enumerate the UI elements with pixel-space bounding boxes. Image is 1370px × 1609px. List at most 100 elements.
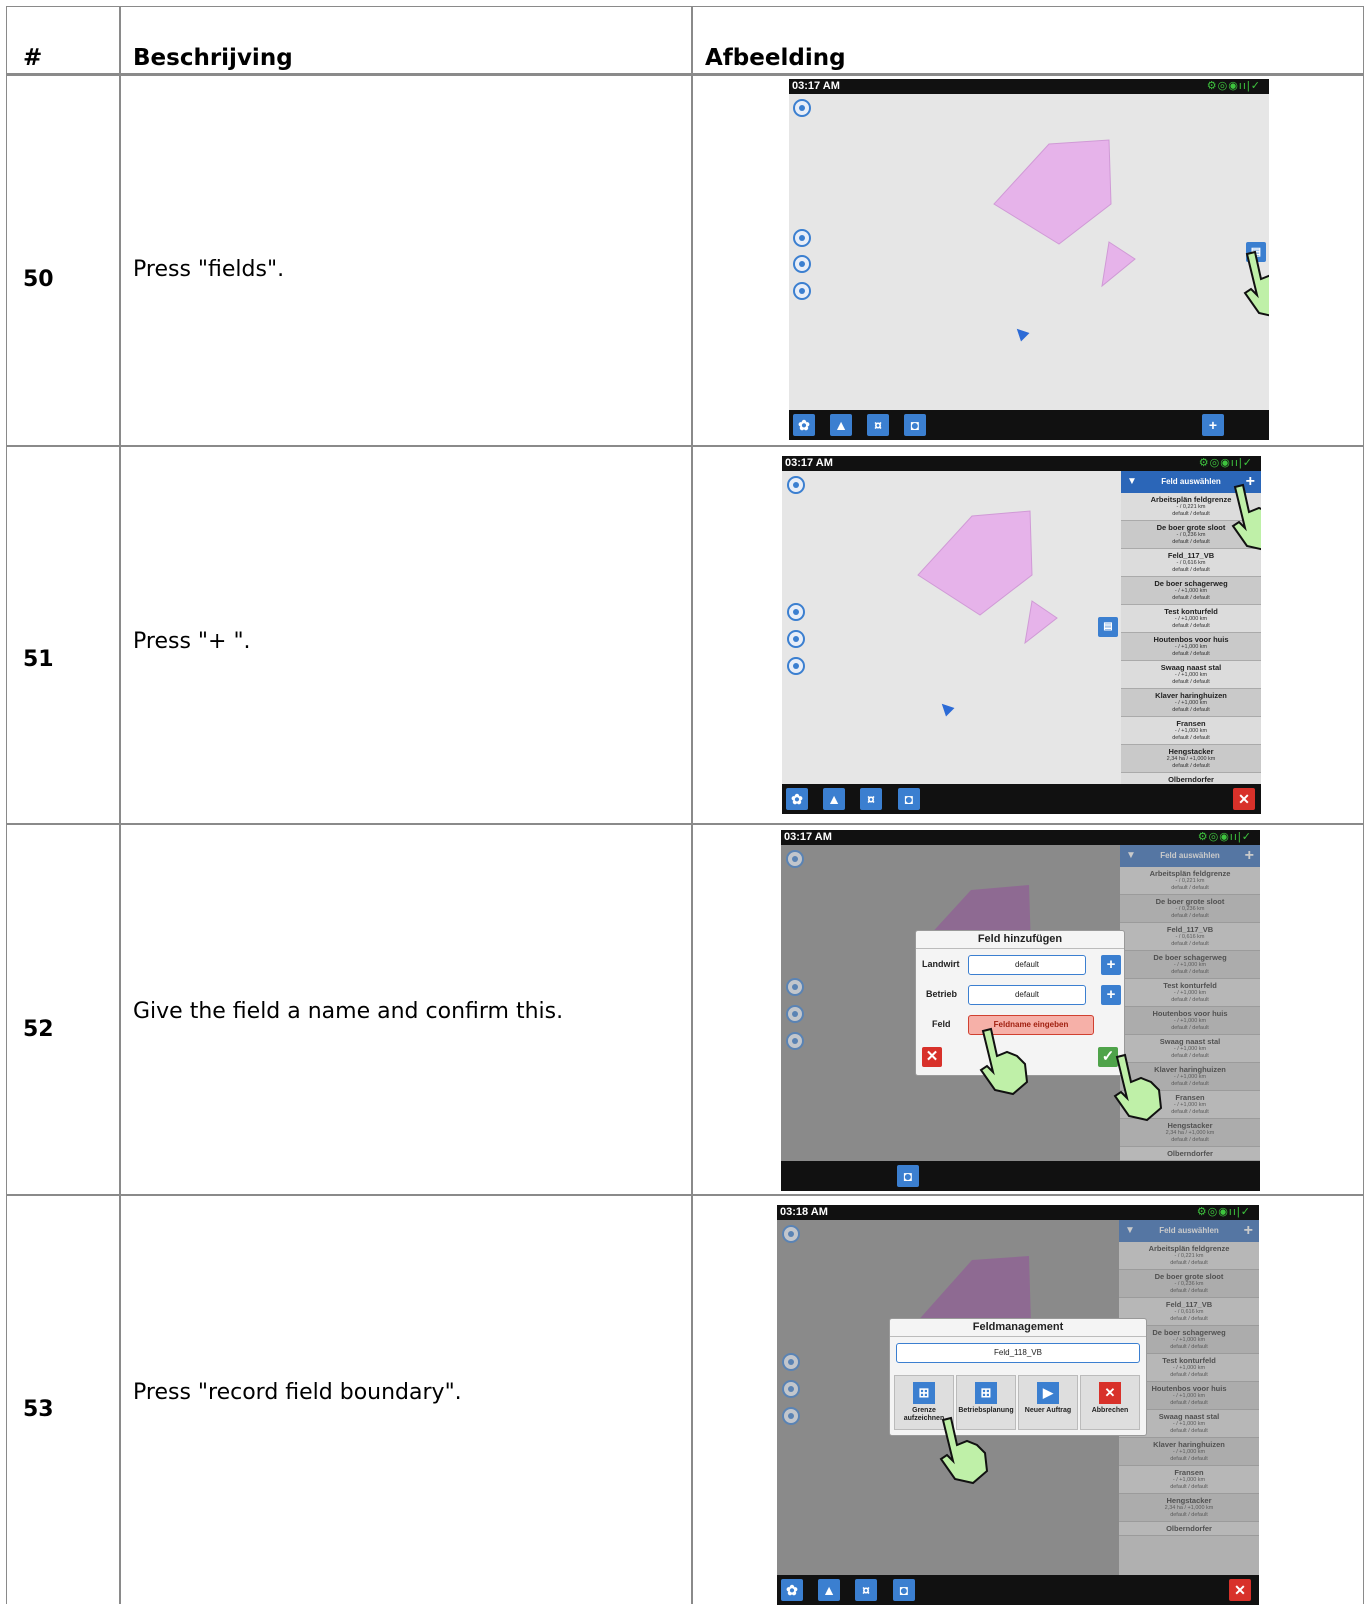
list-item[interactable]: Hengstacker 2,34 ha / +1,000 km default / … [1121, 745, 1261, 773]
compass-icon[interactable] [787, 476, 805, 494]
dialog-title: Feld hinzufügen [916, 931, 1124, 949]
list-item: Olberndorfer [1119, 1522, 1259, 1536]
center-position-icon[interactable] [787, 657, 805, 675]
betrieb-label: Betrieb [926, 989, 958, 999]
bottom-toolbar: ✿ ▲ ¤ ◘ ✕ [777, 1575, 1259, 1605]
list-item[interactable]: Houtenbos voor huis - / +1,000 km default … [1121, 633, 1261, 661]
new-job-icon: ▶ [1037, 1382, 1059, 1404]
fields-button[interactable]: ▤ [1098, 617, 1118, 637]
column-divider [691, 7, 693, 1604]
list-item[interactable]: Fransen - / +1,000 km default / default [1121, 717, 1261, 745]
add-field-button: + [1243, 1222, 1253, 1239]
camera-icon[interactable]: ◘ [897, 1165, 919, 1187]
compass-icon [782, 1225, 800, 1243]
header-image: Afbeelding [705, 45, 846, 71]
step-description: Press "record field boundary". [133, 1380, 462, 1405]
field-name-display[interactable]: Feld_118_VB [896, 1343, 1140, 1363]
status-icons: ⚙◎◉ıı|✓ [1197, 831, 1252, 843]
zoom-out-icon[interactable] [787, 630, 805, 648]
list-item: Olberndorfer [1120, 1147, 1260, 1161]
add-betrieb-button[interactable]: + [1101, 985, 1121, 1005]
close-icon[interactable]: ✕ [1233, 788, 1255, 810]
zoom-in-icon [786, 978, 804, 996]
list-item: Klaver haringhuizen - / +1,000 km default … [1119, 1438, 1259, 1466]
list-item[interactable]: Klaver haringhuizen - / +1,000 km default … [1121, 689, 1261, 717]
list-item: Hengstacker 2,34 ha / +1,000 km default / … [1119, 1494, 1259, 1522]
field-polygon [1024, 600, 1058, 645]
status-bar: 03:17 AM ⚙◎◉ıı|✓ [781, 830, 1260, 845]
filter-icon: ▼ [1125, 1225, 1135, 1236]
ut-icon[interactable]: ¤ [867, 414, 889, 436]
field-polygon [993, 139, 1112, 245]
list-item[interactable]: De boer schagerweg - / +1,000 km default /… [1121, 577, 1261, 605]
list-item[interactable]: Test konturfeld - / +1,000 km default / de… [1121, 605, 1261, 633]
ut-icon[interactable]: ¤ [860, 788, 882, 810]
bell-icon[interactable]: ▲ [830, 414, 852, 436]
filter-icon[interactable]: ▼ [1127, 471, 1137, 493]
list-item[interactable]: Feld_117_VB - / 0,616 km default / default [1121, 549, 1261, 577]
field-list-title: Feld auswählen [1160, 851, 1220, 860]
field-list-header: ▼ Feld auswählen + [1120, 845, 1260, 867]
planning-icon: ⊞ [975, 1382, 997, 1404]
field-polygon [1101, 241, 1136, 288]
dialog-title: Feldmanagement [890, 1319, 1146, 1337]
zoom-out-icon[interactable] [793, 255, 811, 273]
settings-icon[interactable]: ✿ [786, 788, 808, 810]
close-icon[interactable]: ✕ [1229, 1579, 1251, 1601]
ut-icon[interactable]: ¤ [855, 1579, 877, 1601]
camera-icon[interactable]: ◘ [898, 788, 920, 810]
step-number: 52 [23, 1017, 54, 1042]
field-list-title: Feld auswählen [1159, 1226, 1219, 1235]
step-number: 50 [23, 267, 54, 292]
list-item: De boer grote sloot - / 0,236 km default /… [1120, 895, 1260, 923]
add-field-button: + [1244, 847, 1254, 864]
status-bar: 03:17 AM ⚙◎◉ıı|✓ [782, 456, 1261, 471]
landwirt-select[interactable]: default [968, 955, 1086, 975]
header-num: # [23, 45, 43, 71]
status-icons: ⚙◎◉ıı|✓ [1198, 457, 1253, 469]
field-edit-icon[interactable]: + [1202, 414, 1224, 436]
zoom-in-icon [782, 1353, 800, 1371]
add-landwirt-button[interactable]: + [1101, 955, 1121, 975]
header-description: Beschrijving [133, 45, 293, 71]
pointing-hand-icon [1243, 250, 1269, 317]
clock: 03:17 AM [784, 831, 832, 843]
list-item: Houtenbos voor huis - / +1,000 km default … [1120, 1007, 1260, 1035]
list-item[interactable]: Swaag naast stal - / +1,000 km default / d… [1121, 661, 1261, 689]
filter-icon: ▼ [1126, 850, 1136, 861]
status-bar: 03:18 AM ⚙◎◉ıı|✓ [777, 1205, 1259, 1220]
field-polygon [917, 510, 1033, 616]
list-item: Arbeitsplän feldgrenze - / 0,221 km defaul… [1119, 1242, 1259, 1270]
column-divider [119, 7, 121, 1604]
settings-icon[interactable]: ✿ [781, 1579, 803, 1601]
field-list-title: Feld auswählen [1161, 477, 1221, 486]
new-job-button[interactable]: ▶ Neuer Auftrag [1018, 1375, 1078, 1430]
landwirt-label: Landwirt [922, 959, 960, 969]
clock: 03:17 AM [792, 80, 840, 92]
cancel-button[interactable]: ✕ Abbrechen [1080, 1375, 1140, 1430]
list-item: Feld_117_VB - / 0,616 km default / default [1120, 923, 1260, 951]
settings-icon[interactable]: ✿ [793, 414, 815, 436]
list-item: De boer schagerweg - / +1,000 km default /… [1120, 951, 1260, 979]
bell-icon[interactable]: ▲ [818, 1579, 840, 1601]
camera-icon[interactable]: ◘ [904, 414, 926, 436]
list-item: Arbeitsplän feldgrenze - / 0,221 km defaul… [1120, 867, 1260, 895]
zoom-in-icon[interactable] [787, 603, 805, 621]
camera-icon[interactable]: ◘ [893, 1579, 915, 1601]
pointing-hand-icon [979, 1027, 1029, 1096]
field-list-header: ▼ Feld auswählen + [1119, 1220, 1259, 1242]
status-icons: ⚙◎◉ıı|✓ [1196, 1206, 1251, 1218]
compass-icon[interactable] [793, 99, 811, 117]
bell-icon[interactable]: ▲ [823, 788, 845, 810]
betrieb-select[interactable]: default [968, 985, 1086, 1005]
cancel-button[interactable]: ✕ [922, 1047, 942, 1067]
zoom-in-icon[interactable] [793, 229, 811, 247]
step-description: Press "+ ". [133, 629, 251, 654]
bottom-toolbar: ✿ ▲ ¤ ◘ ✕ [782, 784, 1261, 814]
step-description: Give the field a name and confirm this. [133, 999, 564, 1024]
pointing-hand-icon [939, 1416, 989, 1485]
field-management-dialog: Feldmanagement Feld_118_VB ⊞ Grenze aufz… [889, 1318, 1147, 1436]
center-position-icon [786, 1032, 804, 1050]
center-position-icon[interactable] [793, 282, 811, 300]
step-number: 51 [23, 647, 54, 672]
